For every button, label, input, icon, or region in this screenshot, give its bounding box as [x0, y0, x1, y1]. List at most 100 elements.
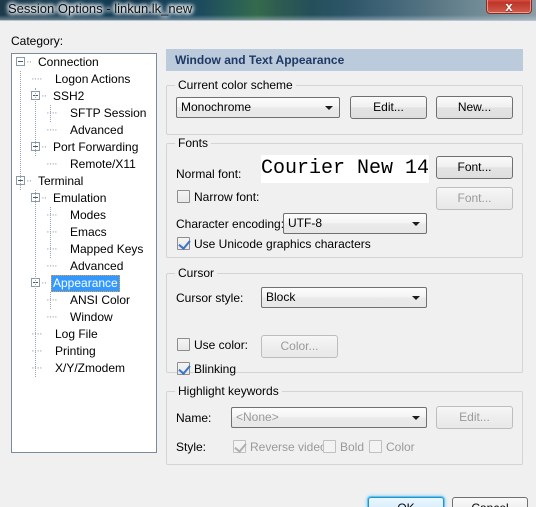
bold-label: Bold [340, 440, 365, 454]
sidebar-item-log-file[interactable]: ···· Log File [12, 326, 156, 343]
sidebar-item-ansi-color[interactable]: ···· ANSI Color [12, 292, 156, 309]
sidebar-item-label: Remote/X11 [70, 157, 136, 171]
reverse-video-checkbox[interactable] [233, 440, 246, 453]
chevron-down-icon [412, 222, 420, 226]
tree-connector: ·· [26, 56, 32, 69]
color-label: Color [386, 440, 415, 454]
tree-connector: ···· [46, 158, 58, 171]
use-color-checkbox[interactable] [177, 338, 190, 351]
tree-connector: ·· [26, 175, 32, 188]
tree-connector: ···· [46, 124, 58, 137]
sidebar-item-label: X/Y/Zmodem [55, 361, 126, 375]
sidebar-item-label: Window [70, 310, 113, 324]
sidebar-item-label: Appearance [51, 275, 120, 292]
tree-connector: ·· [41, 141, 47, 154]
color-checkbox[interactable] [369, 440, 382, 453]
tree-guide-line [50, 207, 51, 258]
sidebar-item-label: Mapped Keys [70, 242, 144, 256]
highlight-name-value: <None> [236, 410, 279, 424]
normal-font-button[interactable]: Font... [436, 156, 513, 179]
cursor-color-button[interactable]: Color... [261, 335, 338, 358]
title-bar: Session Options - linkun.lk_new x [0, 0, 536, 20]
ok-button[interactable]: OK [368, 497, 444, 507]
reverse-video-label: Reverse video [250, 440, 327, 454]
sidebar-item-x-y-zmodem[interactable]: ···· X/Y/Zmodem [12, 360, 156, 377]
narrow-font-checkbox[interactable] [177, 190, 190, 203]
tree-connector: ·· [41, 192, 47, 205]
sidebar-item-label: Advanced [70, 123, 124, 137]
tree-guide-line [35, 190, 36, 377]
color-scheme-value: Monochrome [181, 100, 252, 114]
chevron-down-icon [412, 296, 420, 300]
sidebar-item-advanced[interactable]: ···· Advanced [12, 122, 156, 139]
highlight-keywords-group-title: Highlight keywords [175, 384, 282, 398]
sidebar-item-emacs[interactable]: ···· Emacs [12, 224, 156, 241]
chevron-down-icon [325, 106, 333, 110]
tree-guide-line [50, 105, 51, 122]
sidebar-item-connection[interactable]: ·· Connection [12, 54, 156, 71]
sidebar-item-sftp-session[interactable]: ···· SFTP Session [12, 105, 156, 122]
sidebar-item-label: ANSI Color [70, 293, 131, 307]
sidebar-item-emulation[interactable]: ·· Emulation [12, 190, 156, 207]
sidebar-item-window[interactable]: ···· Window [12, 309, 156, 326]
fonts-group-title: Fonts [175, 136, 212, 150]
color-scheme-group-title: Current color scheme [175, 78, 296, 92]
sidebar-item-label: Connection [38, 55, 99, 69]
character-encoding-label: Character encoding: [176, 217, 285, 231]
sidebar-item-label: SSH2 [53, 89, 85, 103]
sidebar-item-printing[interactable]: ···· Printing [12, 343, 156, 360]
sidebar-item-label: Advanced [70, 259, 124, 273]
sidebar-item-remote-x11[interactable]: ···· Remote/X11 [12, 156, 156, 173]
highlight-name-select[interactable]: <None> [231, 407, 427, 428]
cursor-group-title: Cursor [175, 266, 218, 280]
cursor-style-select[interactable]: Block [261, 287, 427, 308]
sidebar-item-port-forwarding[interactable]: ·· Port Forwarding [12, 139, 156, 156]
cancel-button[interactable]: Cancel [452, 497, 528, 507]
highlight-style-label: Style: [176, 440, 207, 454]
blinking-label: Blinking [194, 362, 237, 376]
sidebar-item-label: Emulation [53, 191, 107, 205]
category-label: Category: [11, 34, 64, 48]
color-scheme-edit-button[interactable]: Edit... [350, 96, 427, 119]
window-title: Session Options - linkun.lk_new [8, 1, 193, 16]
sidebar-item-label: Log File [55, 327, 98, 341]
tree-connector: ···· [31, 73, 43, 86]
color-scheme-new-button[interactable]: New... [436, 96, 513, 119]
chevron-down-icon [412, 416, 420, 420]
close-icon[interactable]: x [486, 0, 532, 14]
tree-guide-line [35, 88, 36, 156]
narrow-font-label: Narrow font: [194, 190, 260, 204]
sidebar-item-label: Port Forwarding [53, 140, 139, 154]
sidebar-item-modes[interactable]: ···· Modes [12, 207, 156, 224]
unicode-graphics-label: Use Unicode graphics characters [194, 237, 371, 251]
highlight-edit-button[interactable]: Edit... [436, 406, 513, 429]
sidebar-item-ssh2[interactable]: ·· SSH2 [12, 88, 156, 105]
tree-connector: ···· [46, 311, 58, 324]
page-title: Window and Text Appearance [166, 49, 523, 71]
sidebar-item-label: Logon Actions [55, 72, 131, 86]
character-encoding-value: UTF-8 [288, 216, 322, 230]
sidebar-item-appearance[interactable]: ·· Appearance [12, 275, 156, 292]
tree-connector: ·· [41, 277, 47, 290]
tree-guide-line [20, 71, 21, 190]
category-tree[interactable]: ·· Connection ···· Logon Actions ·· SSH2 ···· S… [11, 53, 157, 453]
sidebar-item-mapped-keys[interactable]: ···· Mapped Keys [12, 241, 156, 258]
sidebar-item-logon-actions[interactable]: ···· Logon Actions [12, 71, 156, 88]
character-encoding-select[interactable]: UTF-8 [283, 213, 427, 234]
tree-guide-line [50, 292, 51, 309]
color-scheme-select[interactable]: Monochrome [176, 97, 340, 118]
use-color-label: Use color: [194, 338, 249, 352]
narrow-font-button[interactable]: Font... [436, 187, 513, 210]
cursor-style-value: Block [266, 290, 296, 304]
expander-minus-icon[interactable] [16, 57, 25, 67]
sidebar-item-advanced[interactable]: ···· Advanced [12, 258, 156, 275]
blinking-checkbox[interactable] [177, 362, 190, 375]
sidebar-item-label: Printing [55, 344, 96, 358]
bold-checkbox[interactable] [323, 440, 336, 453]
sidebar-item-terminal[interactable]: ·· Terminal [12, 173, 156, 190]
sidebar-item-label: Modes [70, 208, 107, 222]
sidebar-item-label: Emacs [70, 225, 107, 239]
normal-font-label: Normal font: [176, 167, 242, 181]
unicode-graphics-checkbox[interactable] [177, 237, 190, 250]
dialog-body: Category: ·· Connection ···· Logon Actions ·… [0, 20, 536, 507]
